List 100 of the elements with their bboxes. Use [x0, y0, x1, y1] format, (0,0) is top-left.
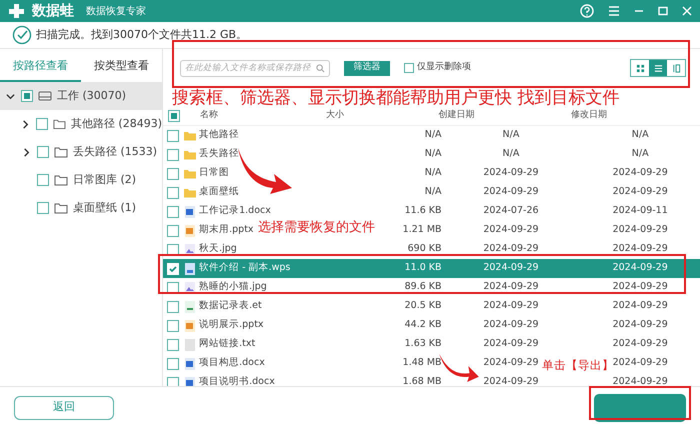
tree-label: 其他路径 (28493)	[70, 116, 162, 132]
folder-icon	[54, 202, 68, 214]
annotation-text: 搜索框、筛选器、显示切换都能帮助用户更快 找到目标文件	[172, 90, 620, 107]
image-file-icon	[183, 280, 198, 294]
checkbox[interactable]	[168, 110, 180, 122]
created-date: 2024-09-29	[483, 356, 539, 370]
chevron-icon[interactable]	[22, 148, 30, 156]
file-size: 1.68 MB	[402, 375, 442, 386]
text-file-icon	[183, 338, 198, 352]
checkbox[interactable]	[167, 186, 180, 198]
file-size: 44.2 KB	[404, 318, 442, 332]
close-icon[interactable]	[682, 6, 692, 16]
checkbox[interactable]	[37, 202, 49, 214]
file-size: 11.6 KB	[404, 204, 442, 218]
tree-label: 桌面壁纸 (1)	[73, 200, 136, 216]
modified-date: 2024-09-29	[612, 356, 668, 370]
chevron-icon[interactable]	[21, 120, 30, 128]
modified-date: 2024-09-29	[612, 375, 668, 386]
file-size: 690 KB	[408, 242, 442, 256]
image-file-icon	[183, 242, 198, 256]
folder-icon	[54, 146, 68, 158]
file-row[interactable]: 软件介绍 - 副本.wps 11.0 KB 2024-09-29 2024-09-29	[163, 259, 700, 278]
modified-date: 2024-09-29	[612, 185, 668, 200]
checkbox[interactable]	[167, 376, 180, 386]
checkbox[interactable]	[167, 224, 180, 236]
modified-date: 2024-09-11	[612, 204, 668, 218]
filter-button[interactable]: 筛选器	[344, 60, 390, 76]
file-name: 其他路径	[199, 128, 240, 142]
checkbox[interactable]	[404, 63, 414, 73]
maximize-icon[interactable]	[658, 6, 668, 16]
checkbox[interactable]	[167, 206, 180, 218]
created-date: 2024-09-29	[483, 280, 539, 294]
file-size: 89.6 KB	[404, 280, 442, 294]
file-name: 熟睡的小猫.jpg	[199, 280, 267, 294]
checkbox[interactable]	[167, 300, 180, 312]
column-header[interactable]: 创建日期	[384, 109, 529, 123]
modified-date: 2024-09-29	[612, 261, 668, 276]
menu-icon[interactable]	[608, 5, 620, 17]
checkbox[interactable]	[37, 146, 49, 158]
checkbox[interactable]	[167, 358, 180, 370]
column-header[interactable]: 修改日期	[529, 109, 649, 123]
checkbox-label: 仅显示删除项	[417, 61, 471, 74]
checkbox[interactable]	[36, 118, 48, 130]
modified-date: 2024-09-29	[612, 318, 668, 332]
help-icon[interactable]	[580, 4, 594, 18]
checkbox[interactable]	[167, 282, 180, 294]
file-name: 秋天.jpg	[199, 242, 237, 256]
created-date: 2024-09-29	[483, 375, 539, 386]
checkbox[interactable]	[21, 90, 33, 102]
folder-icon	[54, 174, 68, 186]
created-date: 2024-07-26	[483, 204, 539, 218]
file-size: N/A	[424, 128, 442, 142]
checkbox[interactable]	[167, 320, 180, 332]
created-date: 2024-09-29	[483, 318, 539, 332]
file-name: 数据记录表.et	[199, 299, 262, 314]
checkbox[interactable]	[167, 148, 180, 160]
file-name: 项目构思.docx	[199, 356, 265, 370]
file-size: 1.63 KB	[404, 337, 442, 352]
view-list-button[interactable]	[649, 60, 667, 76]
columns-icon	[672, 64, 680, 72]
file-size: 20.5 KB	[404, 299, 442, 314]
checkbox[interactable]	[167, 168, 180, 180]
file-name: 项目说明书.docx	[199, 375, 275, 386]
back-button[interactable]: 返回	[14, 396, 114, 420]
created-date: 2024-09-29	[483, 185, 539, 200]
tree-label: 丢失路径 (1533)	[73, 144, 158, 160]
search-field[interactable]: 在此处输入文件名称或保存路径	[180, 60, 330, 76]
modified-date: 2024-09-29	[612, 337, 668, 352]
modified-date: N/A	[632, 128, 649, 142]
document-icon	[183, 204, 198, 218]
column-header[interactable]: 大小	[274, 109, 384, 123]
created-date: 2024-09-29	[483, 166, 539, 180]
modified-date: 2024-09-29	[612, 166, 668, 180]
created-date: N/A	[502, 128, 520, 142]
view-tab[interactable]: 按类型查看	[81, 52, 162, 82]
modified-date: 2024-09-29	[612, 299, 668, 314]
checkbox[interactable]	[167, 338, 180, 350]
chevron-icon[interactable]	[6, 92, 14, 100]
checkbox[interactable]	[37, 174, 49, 186]
folder-icon	[53, 118, 66, 130]
created-date: 2024-09-29	[483, 223, 539, 238]
export-button[interactable]	[594, 394, 686, 422]
modified-date: 2024-09-29	[612, 242, 668, 256]
document-icon	[183, 262, 198, 276]
file-name: 期末用.pptx	[199, 223, 254, 238]
checkbox[interactable]	[167, 244, 180, 256]
document-icon	[183, 356, 198, 370]
file-name: 工作记录1.docx	[199, 204, 271, 218]
tree-item[interactable]: 工作 (30070)	[0, 82, 162, 110]
file-name: 丢失路径	[199, 147, 240, 162]
modified-date: 2024-09-29	[612, 223, 668, 238]
scan-status: 扫描完成。找到30070个文件共11.2 GB。	[36, 26, 248, 43]
file-name: 网站链接.txt	[199, 337, 256, 352]
modified-date: 2024-09-29	[612, 280, 668, 294]
file-name: 桌面壁纸	[199, 185, 240, 200]
created-date: 2024-09-29	[483, 337, 539, 352]
column-header[interactable]: 名称	[184, 109, 274, 123]
checkbox[interactable]	[167, 130, 180, 142]
search-icon[interactable]	[316, 64, 325, 72]
grid-icon	[636, 64, 644, 72]
